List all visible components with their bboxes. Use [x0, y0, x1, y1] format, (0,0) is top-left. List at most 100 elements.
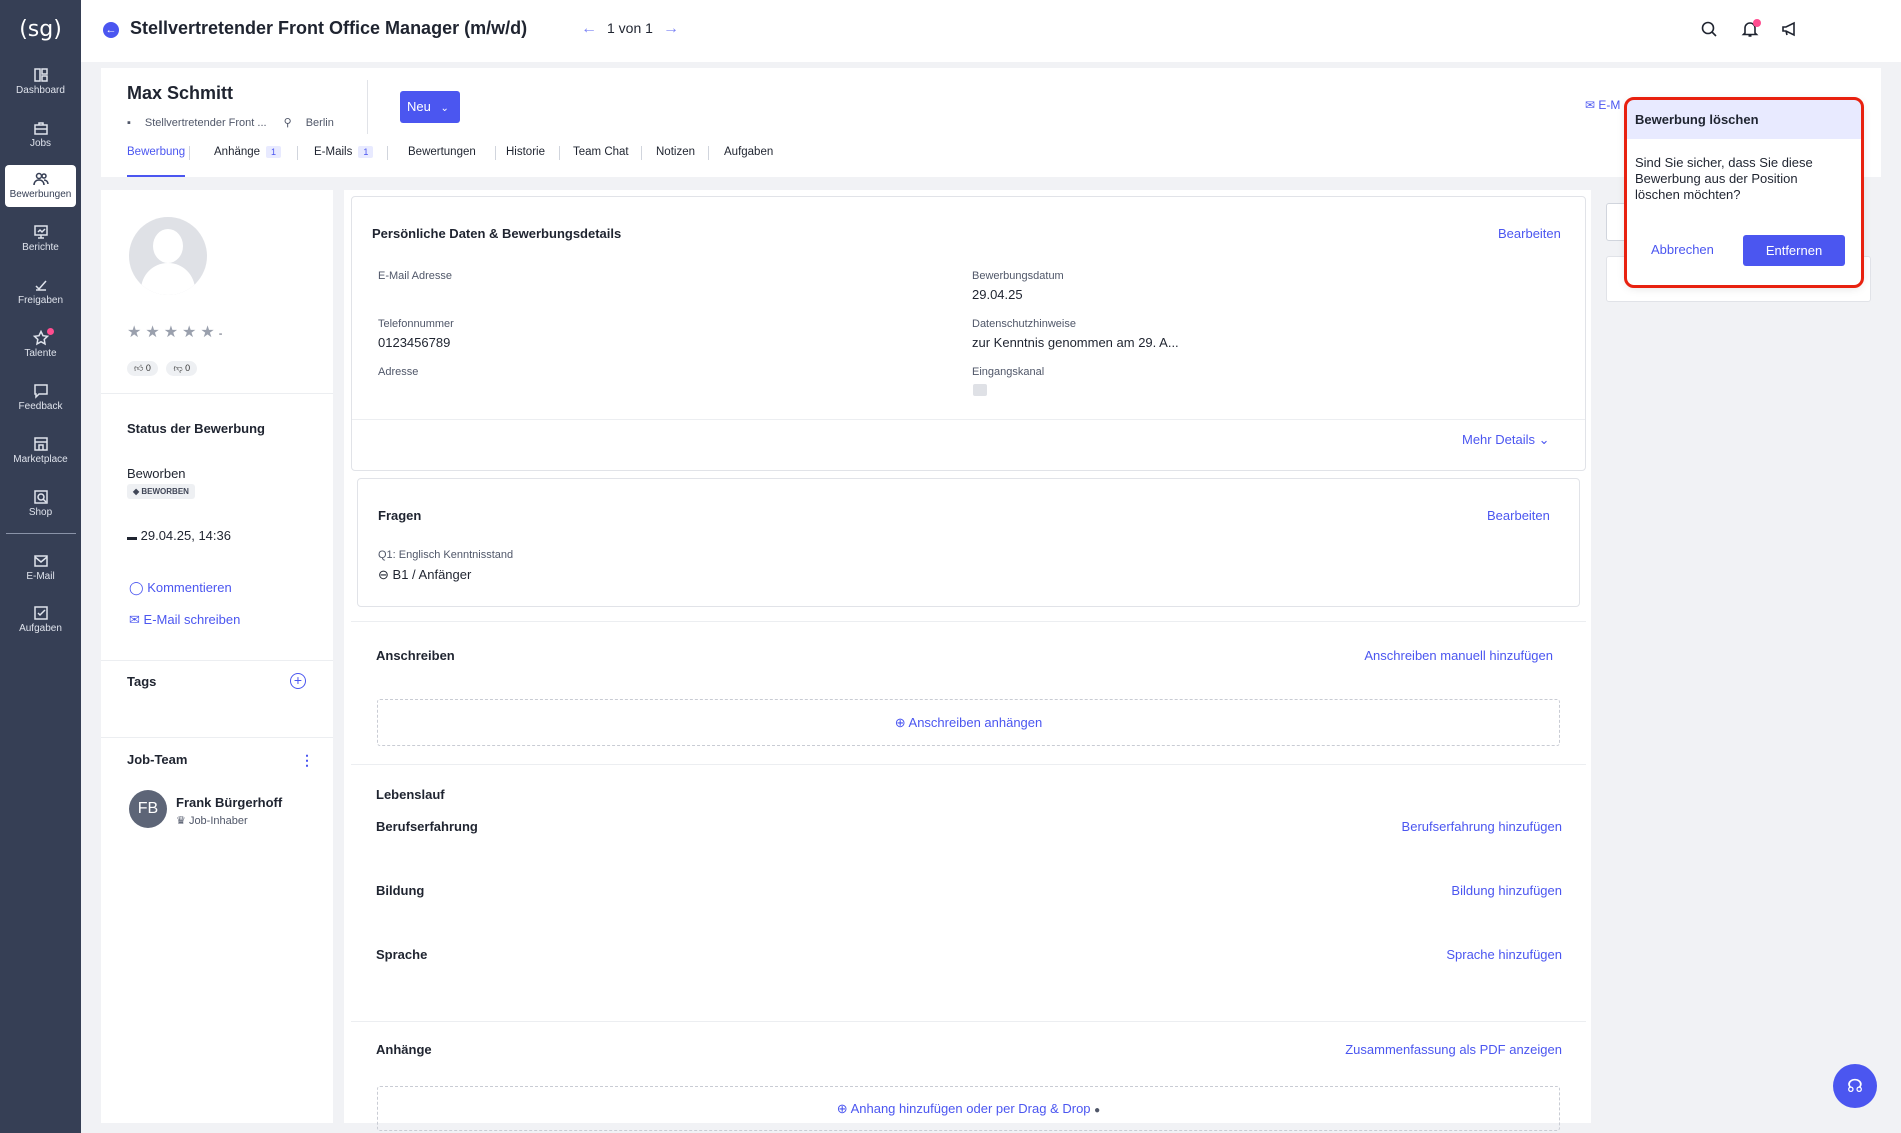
more-details-label: Mehr Details	[1462, 432, 1535, 447]
next-arrow-icon[interactable]: →	[663, 20, 679, 37]
notification-dot	[47, 328, 54, 335]
cancel-button[interactable]: Abbrechen	[1651, 242, 1714, 257]
sidebar-item-label: Berichte	[22, 242, 59, 253]
main-content: Persönliche Daten & Bewerbungsdetails Be…	[344, 190, 1591, 1131]
email-action-link[interactable]: ✉ E-M	[1585, 98, 1620, 112]
tab-divider	[641, 146, 642, 160]
attach-cover-label: Anschreiben anhängen	[908, 715, 1043, 730]
tab-bewerbung[interactable]: Bewerbung	[127, 146, 186, 177]
check-icon	[34, 280, 47, 291]
tab-anhaenge[interactable]: Anhänge 1	[214, 146, 282, 177]
notification-dot	[1753, 19, 1761, 27]
attach-cover-link[interactable]: ⊕ Anschreiben anhängen	[378, 715, 1559, 731]
personal-data-card: Persönliche Daten & Bewerbungsdetails Be…	[351, 196, 1586, 471]
sidebar-item-label: Feedback	[18, 401, 63, 412]
sidebar-item-aufgaben[interactable]: Aufgaben	[5, 599, 76, 641]
candidate-header: Max Schmitt ▪ Stellvertretender Front ...…	[101, 68, 1881, 177]
thumbs-down-button[interactable]: 👎︎ 0	[166, 361, 198, 376]
sidebar-item-email[interactable]: E-Mail	[5, 547, 76, 589]
tab-label: E-Mails	[314, 146, 353, 158]
add-tag-plus-icon[interactable]: +	[290, 673, 306, 689]
sidebar-item-freigaben[interactable]: Freigaben	[5, 271, 76, 313]
edit-questions-link[interactable]: Bearbeiten	[1487, 508, 1550, 523]
sidebar-item-feedback[interactable]: Feedback	[5, 377, 76, 419]
comment-link[interactable]: ◯ Kommentieren	[129, 580, 232, 596]
candidate-sidebar: ★★★★★- 👍︎ 0 👎︎ 0 Status der Bewerbung Be…	[101, 190, 333, 1123]
privacy-value: zur Kenntnis genommen am 29. A...	[972, 335, 1179, 350]
sidebar-item-talente[interactable]: Talente	[5, 324, 76, 366]
app-logo[interactable]: (sg)	[0, 10, 81, 50]
cv-title: Lebenslauf	[376, 787, 445, 802]
phone-value: 0123456789	[378, 335, 451, 350]
search-icon[interactable]	[1700, 20, 1718, 38]
chevron-down-icon: ⌄	[1538, 432, 1550, 447]
write-email-link[interactable]: ✉ E-Mail schreiben	[129, 612, 240, 628]
sidebar-item-marketplace[interactable]: Marketplace	[5, 430, 76, 472]
sidebar-item-label: Talente	[24, 348, 57, 359]
sidebar-item-dashboard[interactable]: Dashboard	[5, 61, 76, 103]
thumbs-up-button[interactable]: 👍︎ 0	[127, 361, 158, 376]
users-icon	[32, 172, 49, 186]
sidebar-item-shop[interactable]: Shop	[5, 483, 76, 525]
sidebar-item-bewerbungen[interactable]: Bewerbungen	[5, 165, 76, 207]
thumbs-up-count: 0	[145, 363, 151, 373]
tab-historie[interactable]: Historie	[506, 146, 545, 177]
member-role-label: Job-Inhaber	[188, 815, 248, 827]
status-label: Neu	[407, 99, 431, 114]
message-icon	[33, 384, 48, 399]
status-dropdown-button[interactable]: Neu ⌄	[400, 91, 460, 123]
add-language-link[interactable]: Sprache hinzufügen	[1244, 947, 1562, 962]
confirm-remove-button[interactable]: Entfernen	[1743, 235, 1845, 266]
pdf-summary-link[interactable]: Zusammenfassung als PDF anzeigen	[1224, 1042, 1562, 1057]
megaphone-icon[interactable]	[1781, 20, 1799, 38]
attachments-title: Anhänge	[376, 1042, 432, 1057]
support-chat-button[interactable]: ☊	[1833, 1064, 1877, 1108]
add-cover-manual-link[interactable]: Anschreiben manuell hinzufügen	[1244, 648, 1553, 663]
sidebar-item-berichte[interactable]: Berichte	[5, 218, 76, 260]
tab-label: Aufgaben	[724, 146, 774, 158]
more-options-icon[interactable]: ⋮	[300, 752, 314, 769]
tab-divider	[297, 146, 298, 160]
email-action-label: E-M	[1598, 98, 1621, 112]
tab-divider	[189, 146, 190, 160]
tab-bewertungen[interactable]: Bewertungen	[408, 146, 476, 177]
calendar-icon: ▬	[127, 532, 137, 543]
divider	[101, 393, 333, 394]
shop-icon	[33, 490, 48, 504]
candidate-location: Berlin	[305, 117, 334, 129]
plus-circle-icon: ⊕	[894, 715, 906, 730]
tab-notizen[interactable]: Notizen	[656, 146, 695, 177]
channel-icon	[973, 384, 987, 396]
page-title: Stellvertretender Front Office Manager (…	[130, 18, 528, 38]
mail-icon: ✉	[1585, 98, 1596, 112]
status-title: Status der Bewerbung	[127, 421, 265, 436]
sidebar: (sg) Dashboard Jobs Bewerbungen Berichte…	[0, 0, 81, 1133]
tab-divider	[559, 146, 560, 160]
attachment-dropzone[interactable]: ⊕ Anhang hinzufügen oder per Drag & Drop…	[377, 1086, 1560, 1131]
tab-team-chat[interactable]: Team Chat	[573, 146, 629, 177]
store-icon	[33, 437, 48, 451]
add-attachment-link[interactable]: ⊕ Anhang hinzufügen oder per Drag & Drop…	[378, 1101, 1559, 1117]
crown-icon: ♛	[176, 815, 186, 827]
edit-personal-link[interactable]: Bearbeiten	[1498, 226, 1561, 241]
tab-label: Anhänge	[214, 146, 261, 158]
rating-stars[interactable]: ★★★★★-	[127, 322, 222, 342]
phone-label: Telefonnummer	[378, 318, 454, 330]
sidebar-item-label: Bewerbungen	[9, 189, 72, 200]
status-value: Beworben	[127, 466, 186, 481]
tab-label: Notizen	[656, 146, 695, 158]
card-title: Persönliche Daten & Bewerbungsdetails	[372, 226, 622, 241]
prev-arrow-icon[interactable]: ←	[581, 20, 597, 37]
sidebar-item-jobs[interactable]: Jobs	[5, 114, 76, 156]
sidebar-item-label: E-Mail	[26, 571, 55, 582]
more-details-link[interactable]: Mehr Details ⌄	[1462, 432, 1550, 448]
date-value: 29.04.25	[972, 287, 1023, 302]
tab-aufgaben[interactable]: Aufgaben	[724, 146, 773, 177]
rating-value: -	[218, 328, 223, 340]
back-button[interactable]: ←	[103, 22, 119, 38]
add-experience-link[interactable]: Berufserfahrung hinzufügen	[1244, 819, 1562, 834]
chevron-down-icon: ⌄	[440, 103, 449, 114]
attach-cover-dropzone[interactable]: ⊕ Anschreiben anhängen	[377, 699, 1560, 746]
add-education-link[interactable]: Bildung hinzufügen	[1244, 883, 1562, 898]
tab-emails[interactable]: E-Mails 1	[314, 146, 374, 177]
